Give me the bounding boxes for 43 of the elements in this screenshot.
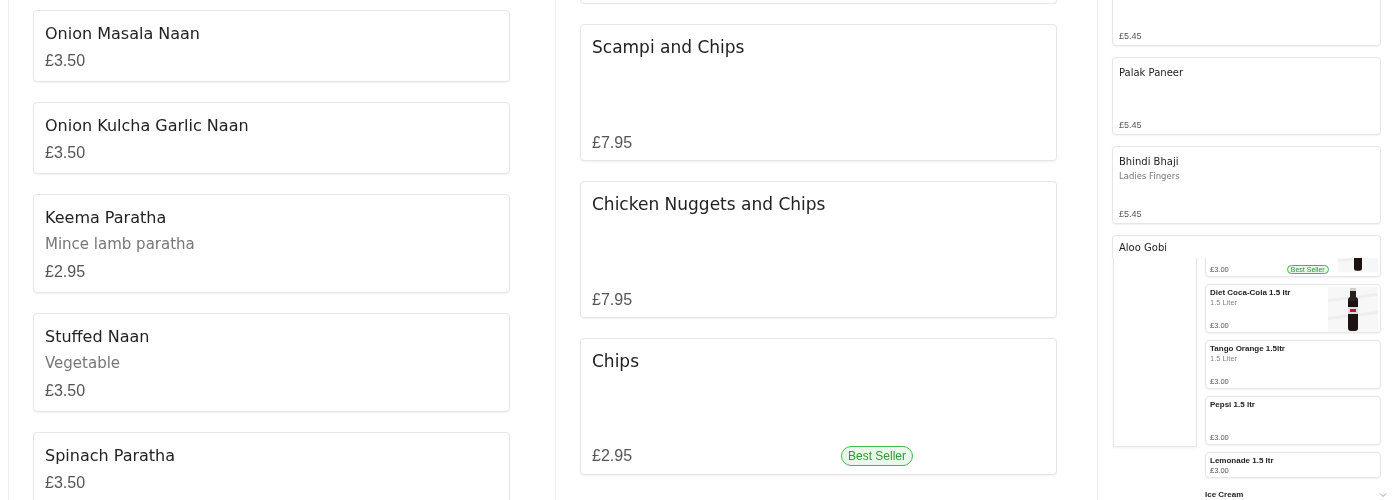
item-name: Aloo Gobi: [1119, 241, 1169, 255]
item-name: Onion Kulcha Garlic Naan: [45, 115, 250, 137]
item-description: Vegetable: [45, 353, 122, 374]
menu-item-card[interactable]: £5.45: [1112, 0, 1381, 46]
menu-item-card[interactable]: Aloo Gobi: [1112, 235, 1381, 258]
item-price: £7.95: [592, 134, 634, 152]
item-name: Spinach Paratha: [45, 445, 177, 467]
item-name: Stuffed Naan: [45, 326, 151, 348]
item-price: £3.50: [45, 51, 86, 71]
menu-item-card[interactable]: Chips £2.95 Best Seller: [580, 338, 1057, 475]
menu-item-card[interactable]: Chicken Nuggets and Chips £7.95: [580, 181, 1057, 318]
item-description: Mince lamb paratha: [45, 234, 196, 255]
item-name: Bhindi Bhaji: [1119, 155, 1180, 169]
item-name: Chicken Nuggets and Chips: [592, 193, 827, 216]
item-price: £5.45: [1119, 209, 1142, 219]
item-name: Pepsi 1.5 ltr: [1210, 400, 1256, 410]
item-name: Tango Orange 1.5ltr: [1210, 344, 1286, 354]
menu-item-card[interactable]: Palak Paneer £5.45: [1112, 57, 1381, 135]
menu-item-card[interactable]: Stuffed Naan Vegetable £3.50: [33, 313, 510, 412]
item-name: Diet Coca-Cola 1.5 ltr: [1210, 288, 1292, 298]
item-price: £2.95: [592, 447, 634, 465]
item-name: Scampi and Chips: [592, 36, 746, 59]
item-price: £3.50: [45, 381, 86, 401]
item-price: £2.95: [45, 262, 86, 282]
item-name: Palak Paneer: [1119, 66, 1185, 80]
item-price: £3.50: [45, 143, 86, 163]
menu-item-card[interactable]: Onion Masala Naan £3.50: [33, 10, 510, 82]
best-seller-badge: Best Seller: [841, 446, 914, 466]
menu-item-card[interactable]: Onion Kulcha Garlic Naan £3.50: [33, 102, 510, 174]
menu-item-card[interactable]: Keema Paratha Mince lamb paratha £2.95: [33, 194, 510, 293]
item-name: Chips: [592, 350, 640, 373]
item-price: £5.45: [1119, 31, 1142, 41]
item-price: £7.95: [592, 291, 634, 309]
item-name: Onion Masala Naan: [45, 23, 201, 45]
item-price: £5.45: [1119, 120, 1142, 130]
menu-item-card[interactable]: Spinach Paratha £3.50: [33, 432, 510, 500]
item-name: Lemonade 1.5 ltr: [1210, 456, 1275, 466]
item-price: £3.50: [45, 473, 86, 493]
menu-item-card[interactable]: Scampi and Chips £7.95: [580, 24, 1057, 161]
menu-item-card[interactable]: Bhindi Bhaji Ladies Fingers £5.45: [1112, 146, 1381, 224]
item-name: Keema Paratha: [45, 207, 168, 229]
item-description: Ladies Fingers: [1119, 170, 1181, 183]
category-header[interactable]: Ice Cream: [1205, 490, 1387, 499]
